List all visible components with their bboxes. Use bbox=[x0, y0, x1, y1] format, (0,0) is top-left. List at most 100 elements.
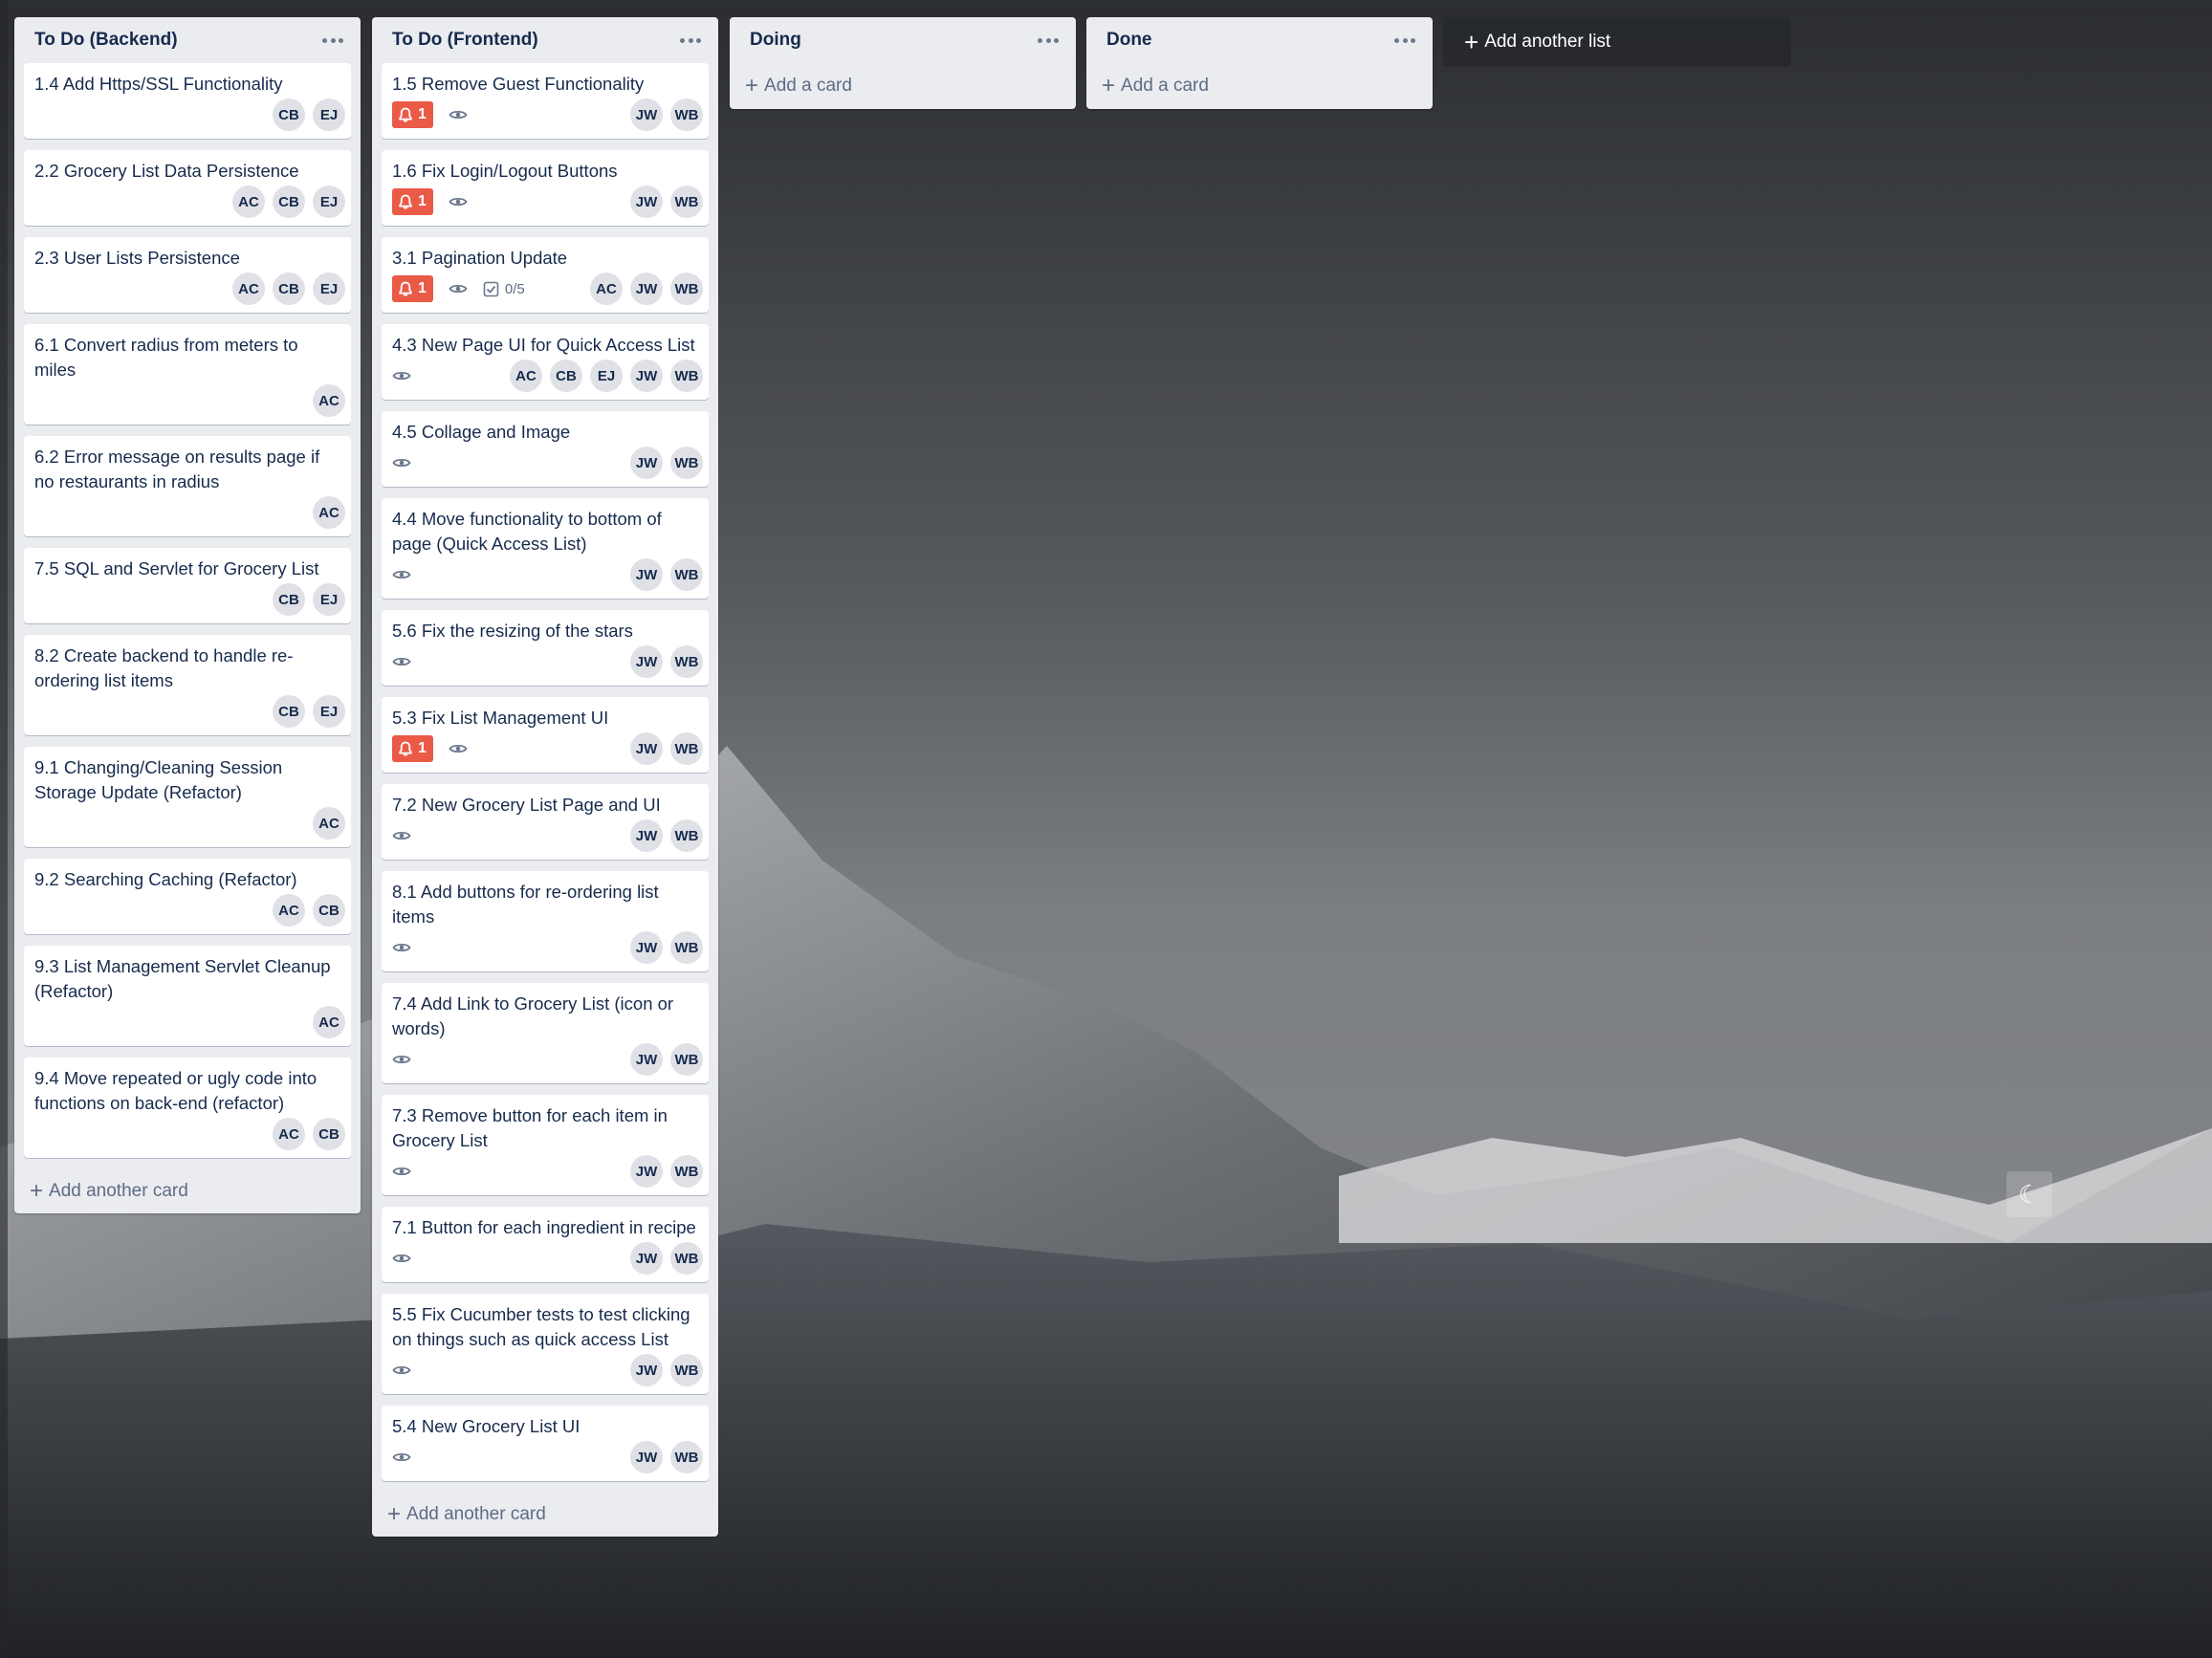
avatar[interactable]: AC bbox=[590, 273, 623, 305]
avatar[interactable]: WB bbox=[670, 819, 703, 852]
card[interactable]: 5.4 New Grocery List UI JW WB bbox=[382, 1406, 709, 1481]
card[interactable]: 7.2 New Grocery List Page and UI JW WB bbox=[382, 784, 709, 860]
avatar[interactable]: WB bbox=[670, 1242, 703, 1275]
card[interactable]: 7.3 Remove button for each item in Groce… bbox=[382, 1095, 709, 1195]
avatar[interactable]: WB bbox=[670, 732, 703, 765]
ellipsis-icon[interactable] bbox=[680, 38, 701, 44]
add-list-button[interactable]: + Add another list bbox=[1443, 17, 1791, 67]
avatar[interactable]: JW bbox=[630, 645, 663, 678]
avatar[interactable]: CB bbox=[273, 583, 305, 616]
card[interactable]: 9.4 Move repeated or ugly code into func… bbox=[24, 1058, 351, 1158]
avatar[interactable]: AC bbox=[313, 807, 345, 840]
card[interactable]: 5.5 Fix Cucumber tests to test clicking … bbox=[382, 1294, 709, 1394]
list-header[interactable]: To Do (Backend) bbox=[14, 17, 361, 63]
add-card-button[interactable]: + Add a card bbox=[730, 63, 1076, 109]
card[interactable]: 5.3 Fix List Management UI 1 JW WB bbox=[382, 697, 709, 773]
avatar[interactable]: WB bbox=[670, 931, 703, 964]
card[interactable]: 7.1 Button for each ingredient in recipe… bbox=[382, 1207, 709, 1282]
avatar[interactable]: JW bbox=[630, 931, 663, 964]
avatar[interactable]: WB bbox=[670, 1043, 703, 1076]
avatar[interactable]: WB bbox=[670, 360, 703, 392]
avatar[interactable]: CB bbox=[313, 1118, 345, 1150]
avatar[interactable]: EJ bbox=[313, 185, 345, 218]
avatar[interactable]: JW bbox=[630, 185, 663, 218]
avatar[interactable]: CB bbox=[313, 894, 345, 927]
card[interactable]: 9.3 List Management Servlet Cleanup (Ref… bbox=[24, 946, 351, 1046]
list-title[interactable]: To Do (Frontend) bbox=[392, 30, 538, 51]
avatar[interactable]: JW bbox=[630, 1043, 663, 1076]
avatar[interactable]: WB bbox=[670, 1441, 703, 1473]
avatar[interactable]: CB bbox=[550, 360, 582, 392]
avatar[interactable]: EJ bbox=[590, 360, 623, 392]
avatar[interactable]: CB bbox=[273, 98, 305, 131]
moon-icon[interactable]: ☾ bbox=[2006, 1171, 2052, 1217]
avatar[interactable]: WB bbox=[670, 645, 703, 678]
avatar[interactable]: EJ bbox=[313, 273, 345, 305]
avatar[interactable]: JW bbox=[630, 1155, 663, 1188]
card[interactable]: 7.4 Add Link to Grocery List (icon or wo… bbox=[382, 983, 709, 1083]
add-card-button[interactable]: + Add another card bbox=[14, 1169, 361, 1213]
list-header[interactable]: To Do (Frontend) bbox=[372, 17, 718, 63]
card[interactable]: 4.5 Collage and Image JW WB bbox=[382, 411, 709, 487]
avatar[interactable]: JW bbox=[630, 360, 663, 392]
card[interactable]: 1.4 Add Https/SSL Functionality CB EJ bbox=[24, 63, 351, 139]
card[interactable]: 1.6 Fix Login/Logout Buttons 1 JW WB bbox=[382, 150, 709, 226]
ellipsis-icon[interactable] bbox=[1038, 38, 1059, 44]
card[interactable]: 5.6 Fix the resizing of the stars JW WB bbox=[382, 610, 709, 686]
card[interactable]: 4.4 Move functionality to bottom of page… bbox=[382, 498, 709, 599]
avatar[interactable]: AC bbox=[273, 894, 305, 927]
avatar[interactable]: JW bbox=[630, 1441, 663, 1473]
avatar[interactable]: AC bbox=[510, 360, 542, 392]
avatar[interactable]: WB bbox=[670, 1354, 703, 1386]
avatar[interactable]: EJ bbox=[313, 695, 345, 728]
card[interactable]: 8.1 Add buttons for re-ordering list ite… bbox=[382, 871, 709, 971]
avatar[interactable]: EJ bbox=[313, 98, 345, 131]
avatar[interactable]: WB bbox=[670, 447, 703, 479]
list-title[interactable]: Doing bbox=[750, 30, 801, 51]
avatar[interactable]: WB bbox=[670, 185, 703, 218]
ellipsis-icon[interactable] bbox=[1394, 38, 1415, 44]
card-members: CB EJ bbox=[273, 98, 345, 131]
avatar[interactable]: JW bbox=[630, 819, 663, 852]
avatar[interactable]: EJ bbox=[313, 583, 345, 616]
avatar[interactable]: CB bbox=[273, 185, 305, 218]
card[interactable]: 2.2 Grocery List Data Persistence AC CB EJ bbox=[24, 150, 351, 226]
add-card-button[interactable]: + Add another card bbox=[372, 1493, 718, 1537]
card[interactable]: 3.1 Pagination Update 1 0/5 AC JW WB bbox=[382, 237, 709, 313]
card[interactable]: 8.2 Create backend to handle re-ordering… bbox=[24, 635, 351, 735]
list-header[interactable]: Done bbox=[1086, 17, 1433, 63]
eye-icon bbox=[392, 655, 411, 668]
avatar[interactable]: AC bbox=[232, 185, 265, 218]
avatar[interactable]: AC bbox=[232, 273, 265, 305]
avatar[interactable]: WB bbox=[670, 273, 703, 305]
avatar[interactable]: CB bbox=[273, 273, 305, 305]
avatar[interactable]: JW bbox=[630, 732, 663, 765]
card[interactable]: 6.1 Convert radius from meters to miles A… bbox=[24, 324, 351, 425]
avatar[interactable]: CB bbox=[273, 695, 305, 728]
card[interactable]: 9.2 Searching Caching (Refactor) AC CB bbox=[24, 859, 351, 934]
add-card-button[interactable]: + Add a card bbox=[1086, 63, 1433, 109]
card[interactable]: 1.5 Remove Guest Functionality 1 JW WB bbox=[382, 63, 709, 139]
avatar[interactable]: WB bbox=[670, 1155, 703, 1188]
avatar[interactable]: AC bbox=[313, 496, 345, 529]
card[interactable]: 6.2 Error message on results page if no … bbox=[24, 436, 351, 536]
list-title[interactable]: Done bbox=[1106, 30, 1152, 51]
list-header[interactable]: Doing bbox=[730, 17, 1076, 63]
avatar[interactable]: AC bbox=[273, 1118, 305, 1150]
avatar[interactable]: JW bbox=[630, 98, 663, 131]
list-title[interactable]: To Do (Backend) bbox=[34, 30, 178, 51]
avatar[interactable]: JW bbox=[630, 1354, 663, 1386]
card[interactable]: 7.5 SQL and Servlet for Grocery List CB EJ bbox=[24, 548, 351, 623]
avatar[interactable]: JW bbox=[630, 1242, 663, 1275]
avatar[interactable]: WB bbox=[670, 98, 703, 131]
avatar[interactable]: WB bbox=[670, 558, 703, 591]
card[interactable]: 4.3 New Page UI for Quick Access List AC C… bbox=[382, 324, 709, 400]
avatar[interactable]: JW bbox=[630, 447, 663, 479]
card[interactable]: 2.3 User Lists Persistence AC CB EJ bbox=[24, 237, 351, 313]
avatar[interactable]: AC bbox=[313, 384, 345, 417]
avatar[interactable]: JW bbox=[630, 558, 663, 591]
avatar[interactable]: JW bbox=[630, 273, 663, 305]
card[interactable]: 9.1 Changing/Cleaning Session Storage Up… bbox=[24, 747, 351, 847]
avatar[interactable]: AC bbox=[313, 1006, 345, 1038]
ellipsis-icon[interactable] bbox=[322, 38, 343, 44]
